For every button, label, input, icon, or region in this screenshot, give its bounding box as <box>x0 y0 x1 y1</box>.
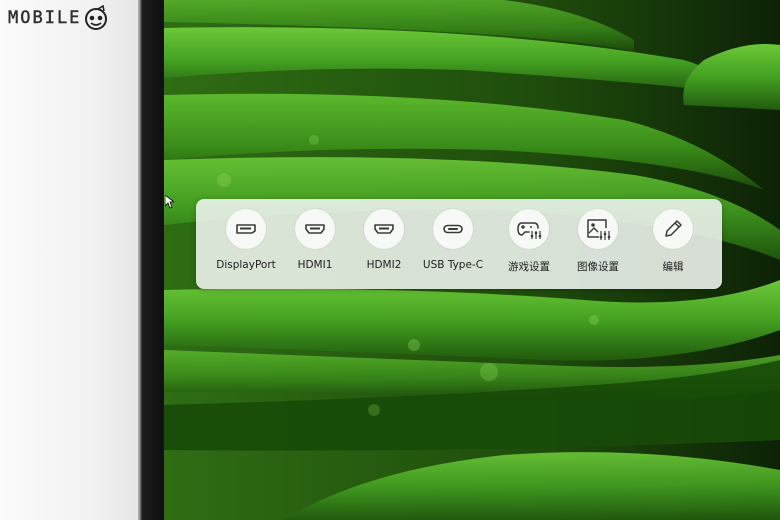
osd-item-label: 图像设置 <box>577 261 619 273</box>
osd-item-edit[interactable]: 编辑 <box>634 199 712 289</box>
gamepad-settings-icon <box>509 209 549 249</box>
osd-item-label: DisplayPort <box>216 259 276 271</box>
hdmi-icon <box>295 209 335 249</box>
image-settings-icon <box>578 209 618 249</box>
watermark: MOBILE <box>8 4 109 32</box>
hdmi-icon <box>364 209 404 249</box>
osd-item-displayport[interactable]: DisplayPort <box>207 199 285 289</box>
osd-item-image-settings[interactable]: 图像设置 <box>559 199 637 289</box>
monitor-bezel <box>138 0 164 520</box>
mascot-face-icon <box>85 5 108 30</box>
osd-item-label: 编辑 <box>662 261 684 273</box>
usb-c-icon <box>433 209 473 249</box>
osd-item-hdmi2[interactable]: HDMI2 <box>345 199 423 289</box>
background-wall <box>0 0 138 520</box>
osd-item-game-settings[interactable]: 游戏设置 <box>490 199 568 289</box>
displayport-icon <box>226 209 266 249</box>
osd-item-label: 游戏设置 <box>508 261 550 273</box>
osd-item-label: HDMI2 <box>366 259 402 271</box>
osd-item-usb-type-c[interactable]: USB Type-C <box>414 199 492 289</box>
pencil-edit-icon <box>653 209 693 249</box>
osd-item-label: HDMI1 <box>297 259 333 271</box>
watermark-text: MOBILE <box>8 8 82 28</box>
monitor-screen: DisplayPort HDMI1 HDMI2 USB Type-C 游戏设置 <box>164 0 780 520</box>
osd-item-label: USB Type-C <box>422 259 484 271</box>
mouse-cursor-icon <box>165 195 174 209</box>
input-source-menu: DisplayPort HDMI1 HDMI2 USB Type-C 游戏设置 <box>196 199 722 289</box>
osd-item-hdmi1[interactable]: HDMI1 <box>276 199 354 289</box>
